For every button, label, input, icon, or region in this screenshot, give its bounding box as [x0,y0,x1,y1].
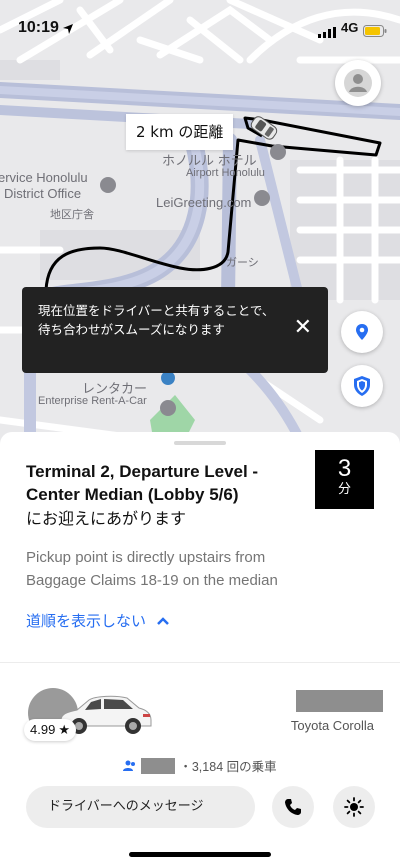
drag-handle[interactable] [174,441,226,445]
eta-unit: 分 [337,482,351,497]
car-model: Toyota Corolla [290,718,374,733]
profile-button[interactable] [335,60,381,106]
trip-sheet: Terminal 2, Departure Level - Center Med… [0,432,400,866]
message-driver-button[interactable]: ドライバーへのメッセージ [26,786,255,828]
route-toggle-label: 道順を表示しない [26,612,147,630]
eta-value: 3 [337,455,352,482]
location-arrow-icon [62,20,74,39]
map-label-leigreeting: LeiGreeting.com [156,195,252,210]
eta-badge: 3 分 [315,450,374,509]
driver-rating: 4.99 ★ [24,719,76,741]
status-time: 10:19 [18,19,59,36]
driver-name-redacted [296,690,383,712]
cellular-signal-icon [318,23,336,42]
map-view[interactable]: 10:19 4G 2 km の距離 ホノルル ホテル Airport Honol… [0,0,400,450]
driver-name-short-redacted [141,757,176,774]
people-icon [123,760,136,771]
close-icon[interactable]: ✕ [294,317,312,339]
divider [0,662,400,663]
person-icon [344,69,372,97]
map-label-service-office: ervice Honolulu District Office [0,170,88,202]
call-button[interactable] [272,786,314,828]
safety-button[interactable] [341,365,383,407]
driver-trips: ・3,184 回の乗車 [0,756,400,775]
pickup-note: Pickup point is directly upstairs from B… [26,549,278,589]
driver-car-icon [242,112,282,150]
map-label-garage: ガーシ [226,257,259,269]
trips-count: ・3,184 回の乗車 [179,760,277,774]
pickup-subtitle: にお迎えにあがります [26,509,187,528]
rating-value: 4.99 [30,722,56,737]
distance-label: 2 km の距離 [126,114,234,150]
hide-route-toggle[interactable]: 道順を表示しない [26,610,170,631]
map-label-district: 地区庁舎 [50,209,94,221]
shield-icon [354,376,370,396]
map-label-service-line1: ervice Honolulu [0,170,88,185]
location-share-tooltip: 現在位置をドライバーと共有することで、待ち合わせがスムーズになります ✕ [22,287,328,373]
network-type: 4G [341,20,359,35]
pickup-title: Terminal 2, Departure Level - Center Med… [26,462,259,504]
brightness-button[interactable] [333,786,375,828]
map-label-airport-honolulu: Airport Honolulu [186,167,265,179]
tooltip-text: 現在位置をドライバーと共有することで、待ち合わせがスムーズになります [38,303,275,337]
map-label-enterprise: Enterprise Rent-A-Car [38,395,147,407]
status-bar: 10:19 4G [0,0,400,50]
sun-icon [344,797,364,817]
phone-icon [285,799,301,815]
map-label-service-line2: District Office [4,186,82,201]
location-pin-icon [356,324,368,340]
home-indicator [129,852,271,857]
star-icon: ★ [58,722,70,737]
locate-button[interactable] [341,311,383,353]
chevron-up-icon [157,616,169,625]
battery-icon [363,22,387,41]
